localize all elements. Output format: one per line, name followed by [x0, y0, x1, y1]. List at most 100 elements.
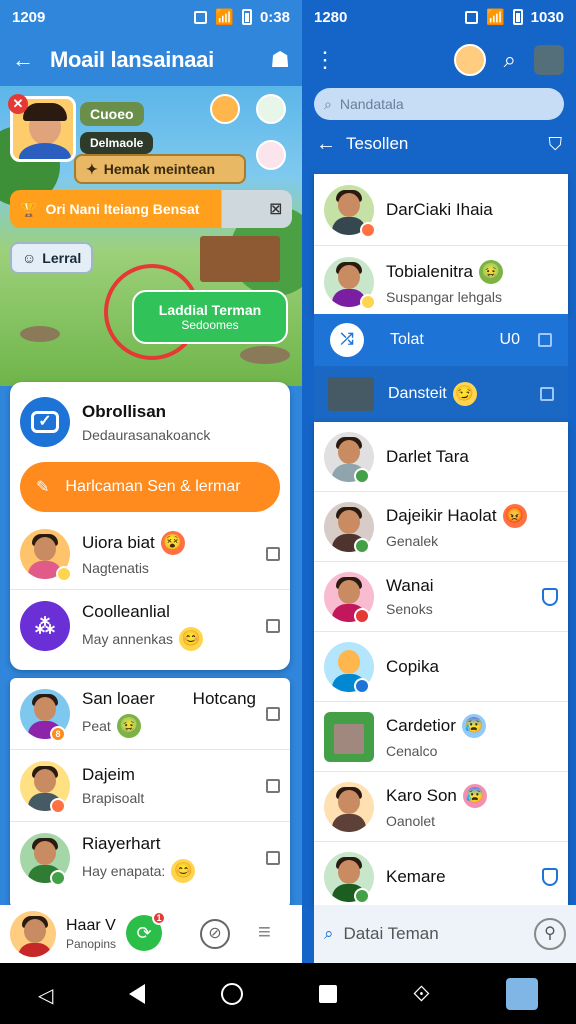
rock: [240, 346, 290, 364]
emoji: 😊: [179, 626, 204, 651]
list-item[interactable]: Dajeikir Haolat 😡 Genalek: [314, 492, 568, 562]
add-friend-button[interactable]: Laddial Terman Sedoomes: [132, 290, 288, 344]
battery-icon: [241, 9, 252, 25]
shield-icon[interactable]: [542, 587, 558, 606]
profile-icon[interactable]: ☗: [270, 49, 290, 71]
search-icon[interactable]: ⌕: [504, 49, 516, 71]
avatar: [324, 711, 374, 762]
status-time: 1209: [12, 8, 46, 26]
avatar[interactable]: [10, 911, 56, 957]
left-bottom-bar: Haar V Panopins ⟳ 1 ⊘ ≡: [0, 905, 302, 963]
quest-banner[interactable]: 🏆 Ori Nani Iteiang Bensat ☒: [10, 190, 292, 228]
user-avatar[interactable]: [453, 44, 486, 76]
chat-card: ✓ Obrollisan Dedaurasanakoanck ✎ Harlcam…: [10, 382, 290, 670]
chat-icon[interactable]: [266, 851, 280, 865]
home-icon[interactable]: [220, 982, 243, 1005]
list-item[interactable]: Copika: [314, 632, 568, 702]
pencil-icon: ✎: [36, 479, 50, 496]
friend-avatar[interactable]: [256, 140, 286, 170]
list-item[interactable]: Uiora biat 😵 Nagtenatis: [10, 518, 290, 590]
group-icon: ⁂: [20, 601, 70, 651]
status-badge: [354, 538, 370, 554]
list-item[interactable]: Darlet Tara: [314, 422, 568, 492]
chat-icon[interactable]: [266, 706, 280, 721]
emoji: 😡: [502, 504, 527, 528]
link-icon: ⤮: [330, 323, 364, 357]
rock: [20, 326, 60, 342]
trophy-icon: 🏆: [20, 200, 38, 217]
menu-icon[interactable]: ≡: [258, 921, 271, 943]
chat-icon[interactable]: [266, 546, 280, 561]
emoji: 😰: [462, 784, 487, 808]
list-item[interactable]: Dajeim Brapisoalt: [10, 750, 290, 822]
cta-button[interactable]: ✎ Harlcaman Sen & lermar: [20, 462, 280, 512]
search-icon: ⌕: [324, 95, 332, 112]
emoji: 😊: [171, 858, 196, 883]
chat-icon[interactable]: [266, 778, 280, 793]
emoji: 😏: [452, 382, 477, 406]
battery-icon: [512, 9, 523, 25]
status-badge: 8: [50, 726, 66, 742]
shield-icon[interactable]: [542, 868, 558, 886]
status-badge: [360, 294, 376, 310]
search-input[interactable]: ⌕ Nandatala: [314, 88, 564, 120]
friend-avatar[interactable]: [256, 94, 286, 124]
switch-icon[interactable]: ⟐: [413, 981, 430, 1007]
status-badge: [354, 468, 370, 484]
right-bottom-bar: ⌕ Datai Teman ⚲: [314, 905, 576, 963]
back-icon[interactable]: [128, 983, 145, 1004]
chat-icon[interactable]: [266, 619, 280, 633]
list-item[interactable]: Wanai Senoks: [314, 562, 568, 632]
friend-search-input[interactable]: ⌕ Datai Teman: [324, 924, 534, 944]
list-item[interactable]: Dansteit 😏: [314, 366, 568, 422]
app-bar: ⋮ ⌕: [302, 34, 576, 86]
tag-a: Cuoeo: [80, 102, 144, 126]
list-item[interactable]: Kemare: [314, 842, 568, 906]
game-scene: ✕ Cuoeo Delmaole ✦ Hemak meintean 🏆 Ori …: [0, 86, 302, 386]
tag-b: Delmaole: [80, 132, 154, 154]
list-item[interactable]: DarCiaki Ihaia: [314, 174, 568, 246]
list-item-selected[interactable]: ⤮ Tolat U0: [314, 314, 568, 366]
profile-badge-icon[interactable]: ⚲: [534, 918, 566, 950]
chat-icon[interactable]: [538, 333, 552, 347]
list-item[interactable]: Riayerhart Hay enapata: 😊: [10, 822, 290, 894]
status-badge: [354, 678, 370, 694]
list-item[interactable]: Tobialenitra 🤢 Suspangar lehgals: [314, 246, 568, 314]
list-item[interactable]: Karo Son 😰 Oanolet: [314, 772, 568, 842]
status-time: 1280: [314, 8, 348, 26]
game-avatar[interactable]: [534, 45, 564, 75]
status-bar: 1280 📶 1030: [314, 8, 564, 27]
notification-icon: [464, 10, 478, 24]
app-shortcut-icon[interactable]: [506, 977, 538, 1010]
recents-icon[interactable]: [318, 984, 337, 1003]
back-outline-icon[interactable]: ◁: [38, 985, 53, 1007]
notification-badge: 1: [152, 911, 166, 925]
screen: 1209 📶 0:38 ← Moail lansainaai ☗ ✕ Cuoeo…: [0, 0, 576, 1024]
more-vert-icon[interactable]: ⋮: [314, 49, 336, 71]
friend-avatar[interactable]: [210, 94, 240, 124]
chat-icon[interactable]: [540, 387, 554, 401]
card-header[interactable]: ✓ Obrollisan Dedaurasanakoanck: [10, 382, 290, 462]
notification-icon: [194, 10, 208, 24]
status-badge: [56, 566, 72, 582]
scene-bubble: ✦ Hemak meintean: [74, 154, 246, 184]
avatar: [324, 781, 374, 832]
wifi-icon: 📶: [485, 9, 505, 26]
friends-list: 8 San loaer Hotcang Peat 🤢 Dajeim Brapisoa…: [10, 678, 290, 908]
back-arrow-icon[interactable]: ←: [12, 49, 34, 71]
emoji: 😰: [461, 714, 486, 738]
left-pane: 1209 📶 0:38 ← Moail lansainaai ☗ ✕ Cuoeo…: [0, 0, 302, 963]
list-item[interactable]: ⁂ Coolleanlial May annenkas 😊: [10, 590, 290, 662]
compass-icon[interactable]: ⊘: [200, 919, 230, 949]
close-quest-icon[interactable]: ☒: [269, 201, 282, 218]
back-arrow-icon[interactable]: ←: [316, 133, 336, 156]
list-item[interactable]: Cardetior 😰 Cenalco: [314, 702, 568, 772]
app-bar: ← Moail lansainaai ☗: [0, 34, 302, 86]
emoji: 🤢: [478, 259, 503, 284]
status-badge: [354, 608, 370, 624]
close-icon[interactable]: ✕: [8, 94, 28, 114]
sub-bar: ← Tesollen ⛉: [316, 132, 563, 156]
add-user-icon[interactable]: ⛉: [549, 134, 563, 155]
list-item[interactable]: 8 San loaer Hotcang Peat 🤢: [10, 678, 290, 750]
status-badge: [50, 798, 66, 814]
